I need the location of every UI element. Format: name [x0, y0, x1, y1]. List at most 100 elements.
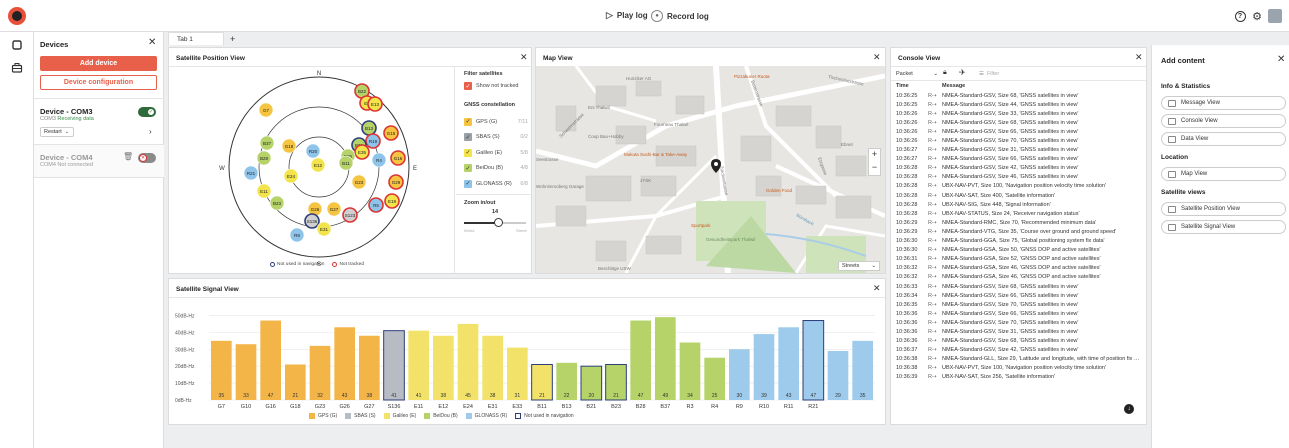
settings-icon[interactable]: ⚙ — [1250, 9, 1264, 23]
console-row[interactable]: 10:36:28 R⇢ NMEA-Standard-GSV, Size 42, 'G… — [896, 164, 1141, 173]
zoom-in-button[interactable]: + — [872, 149, 877, 162]
satellite-marker[interactable]: B23 — [269, 195, 285, 211]
signal-bar[interactable] — [235, 344, 257, 400]
chevron-right-icon[interactable]: › — [149, 127, 152, 136]
signal-bar[interactable] — [383, 330, 405, 401]
add-content-item[interactable]: Map View — [1161, 167, 1286, 181]
satellite-marker[interactable]: R20 — [305, 143, 321, 159]
devices-rail-icon[interactable] — [9, 37, 25, 53]
add-device-button[interactable]: Add device — [40, 56, 157, 71]
close-icon[interactable]: ✕ — [1135, 52, 1143, 63]
add-content-item[interactable]: Data View — [1161, 132, 1286, 146]
console-row[interactable]: 10:36:34 R⇢ NMEA-Standard-GSV, Size 66, 'G… — [896, 291, 1141, 300]
console-row[interactable]: 10:36:35 R⇢ NMEA-Standard-GSV, Size 70, 'G… — [896, 300, 1141, 309]
tab-1[interactable]: Tab 1 — [168, 32, 224, 45]
console-row[interactable]: 10:36:26 R⇢ NMEA-Standard-GSV, Size 66, 'G… — [896, 127, 1141, 136]
satellite-marker[interactable]: B37 — [259, 135, 275, 151]
satellite-marker[interactable]: E12 — [310, 157, 326, 173]
constellation-checkbox[interactable]: ✓ Galileo (E) 5/8 — [464, 145, 528, 161]
help-icon[interactable]: ? — [1233, 9, 1247, 23]
signal-bar[interactable] — [630, 320, 651, 400]
add-tab-button[interactable]: + — [230, 32, 235, 45]
signal-bar[interactable] — [778, 327, 799, 400]
satellite-marker[interactable]: G18 — [281, 138, 297, 154]
console-row[interactable]: 10:36:25 R⇢ NMEA-Standard-GSV, Size 68, 'G… — [896, 91, 1141, 100]
console-row[interactable]: 10:36:33 R⇢ NMEA-Standard-GSV, Size 68, 'G… — [896, 282, 1141, 291]
console-row[interactable]: 10:36:32 R⇢ NMEA-Standard-GSA, Size 46, 'G… — [896, 264, 1141, 273]
signal-bar[interactable] — [260, 320, 281, 400]
satellite-marker[interactable]: G16 — [390, 150, 406, 166]
console-row[interactable]: 10:36:28 R⇢ UBX-NAV-PVT, Size 100, 'Naviga… — [896, 182, 1141, 191]
packet-select[interactable]: Packet ⌄ — [896, 69, 938, 79]
signal-bar[interactable] — [309, 345, 331, 400]
scroll-down-button[interactable]: ↓ — [1124, 404, 1134, 414]
play-log-button[interactable]: ▷ Play log — [606, 10, 648, 21]
map-canvas[interactable]: Hunziker AG Pizzakurier Ruota Eni Thalwi… — [536, 66, 885, 273]
satellite-marker[interactable]: E35 — [354, 144, 370, 160]
signal-bar[interactable] — [655, 317, 676, 400]
close-icon[interactable]: ✕ — [873, 283, 881, 294]
signal-bar[interactable] — [211, 340, 232, 400]
signal-bar[interactable] — [359, 335, 380, 400]
console-row[interactable]: 10:36:36 R⇢ NMEA-Standard-GSV, Size 66, 'G… — [896, 309, 1141, 318]
signal-bar[interactable] — [334, 327, 355, 400]
constellation-checkbox[interactable]: ✓ GPS (G) 7/11 — [464, 114, 528, 130]
console-row[interactable]: 10:36:29 R⇢ NMEA-Standard-VTG, Size 35, 'C… — [896, 227, 1141, 236]
console-row[interactable]: 10:36:26 R⇢ NMEA-Standard-GSV, Size 33, 'G… — [896, 109, 1141, 118]
console-row[interactable]: 10:36:28 R⇢ UBX-NAV-STATUS, Size 24, 'Rece… — [896, 209, 1141, 218]
satellite-marker[interactable]: G23 — [351, 174, 367, 190]
record-log-button[interactable]: ● Record log — [651, 10, 709, 22]
filter-input[interactable]: ☰ Filter — [979, 69, 1119, 79]
zoom-out-button[interactable]: − — [872, 162, 877, 172]
console-row[interactable]: 10:36:37 R⇢ NMEA-Standard-GSV, Size 42, 'G… — [896, 346, 1141, 355]
console-row[interactable]: 10:36:30 R⇢ NMEA-Standard-GSA, Size 50, 'G… — [896, 246, 1141, 255]
send-icon[interactable]: ✈︎ — [959, 68, 966, 77]
console-row[interactable]: 10:36:32 R⇢ NMEA-Standard-GSA, Size 46, 'G… — [896, 273, 1141, 282]
satellite-marker[interactable]: R19 — [365, 133, 381, 149]
console-row[interactable]: 10:36:27 R⇢ NMEA-Standard-GSV, Size 31, 'G… — [896, 146, 1141, 155]
satellite-marker[interactable]: B13 — [361, 120, 377, 136]
console-row[interactable]: 10:36:36 R⇢ NMEA-Standard-GSV, Size 68, 'G… — [896, 337, 1141, 346]
satellite-marker[interactable]: E13 — [367, 96, 383, 112]
console-row[interactable]: 10:36:28 R⇢ NMEA-Standard-GSV, Size 46, 'G… — [896, 173, 1141, 182]
satellite-marker[interactable]: E24 — [283, 168, 299, 184]
trash-icon[interactable]: 🗑 — [123, 152, 133, 161]
satellite-marker[interactable]: B28 — [256, 150, 272, 166]
console-row[interactable]: 10:36:28 R⇢ UBX-NAV-SIG, Size 448, 'Signal… — [896, 200, 1141, 209]
constellation-checkbox[interactable]: ✓ BeiDou (B) 4/8 — [464, 161, 528, 177]
signal-bar[interactable] — [433, 335, 454, 400]
zoom-slider-handle[interactable] — [493, 218, 503, 227]
constellation-checkbox[interactable]: ✓ GLONASS (R) 6/8 — [464, 176, 528, 192]
console-row[interactable]: 10:36:36 R⇢ NMEA-Standard-GSV, Size 70, 'G… — [896, 318, 1141, 327]
add-content-item[interactable]: Satellite Position View — [1161, 202, 1286, 216]
signal-bar[interactable] — [802, 320, 825, 401]
signal-bar[interactable] — [482, 335, 503, 400]
restart-select[interactable]: Restart ⌄ — [40, 127, 74, 137]
lock-icon[interactable]: 🔒︎ — [943, 69, 947, 77]
console-row[interactable]: 10:36:36 R⇢ NMEA-Standard-GSV, Size 31, 'G… — [896, 327, 1141, 336]
signal-bar[interactable] — [753, 334, 775, 400]
close-icon[interactable]: ✕ — [148, 37, 156, 48]
close-icon[interactable]: ✕ — [1277, 54, 1285, 65]
satellite-marker[interactable]: R4 — [371, 152, 387, 168]
signal-bar[interactable] — [679, 342, 701, 400]
close-icon[interactable]: ✕ — [520, 52, 528, 63]
device-enable-toggle[interactable]: ✓ — [138, 107, 156, 117]
device-enable-toggle[interactable]: ✕ — [138, 153, 156, 163]
console-row[interactable]: 10:36:27 R⇢ NMEA-Standard-GSV, Size 66, 'G… — [896, 155, 1141, 164]
show-not-tracked-checkbox[interactable]: ✓ Show not tracked — [464, 82, 519, 90]
satellite-marker[interactable]: R21 — [243, 165, 259, 181]
console-row[interactable]: 10:36:29 R⇢ NMEA-Standard-RMC, Size 70, 'R… — [896, 218, 1141, 227]
close-icon[interactable]: ✕ — [873, 52, 881, 63]
zoom-slider[interactable] — [464, 218, 526, 227]
console-row[interactable]: 10:36:25 R⇢ NMEA-Standard-GSV, Size 44, 'G… — [896, 100, 1141, 109]
satellite-marker[interactable]: G29 — [388, 174, 404, 190]
satellite-marker[interactable]: E31 — [316, 221, 332, 237]
constellation-checkbox[interactable]: ✓ SBAS (S) 0/2 — [464, 130, 528, 146]
satellite-marker[interactable]: G27 — [326, 201, 342, 217]
satellite-marker[interactable]: E19 — [384, 193, 400, 209]
signal-bar[interactable] — [457, 323, 479, 400]
console-row[interactable]: 10:36:30 R⇢ NMEA-Standard-GGA, Size 75, 'G… — [896, 237, 1141, 246]
add-content-item[interactable]: Console View — [1161, 114, 1286, 128]
toolbox-rail-icon[interactable] — [9, 60, 25, 76]
